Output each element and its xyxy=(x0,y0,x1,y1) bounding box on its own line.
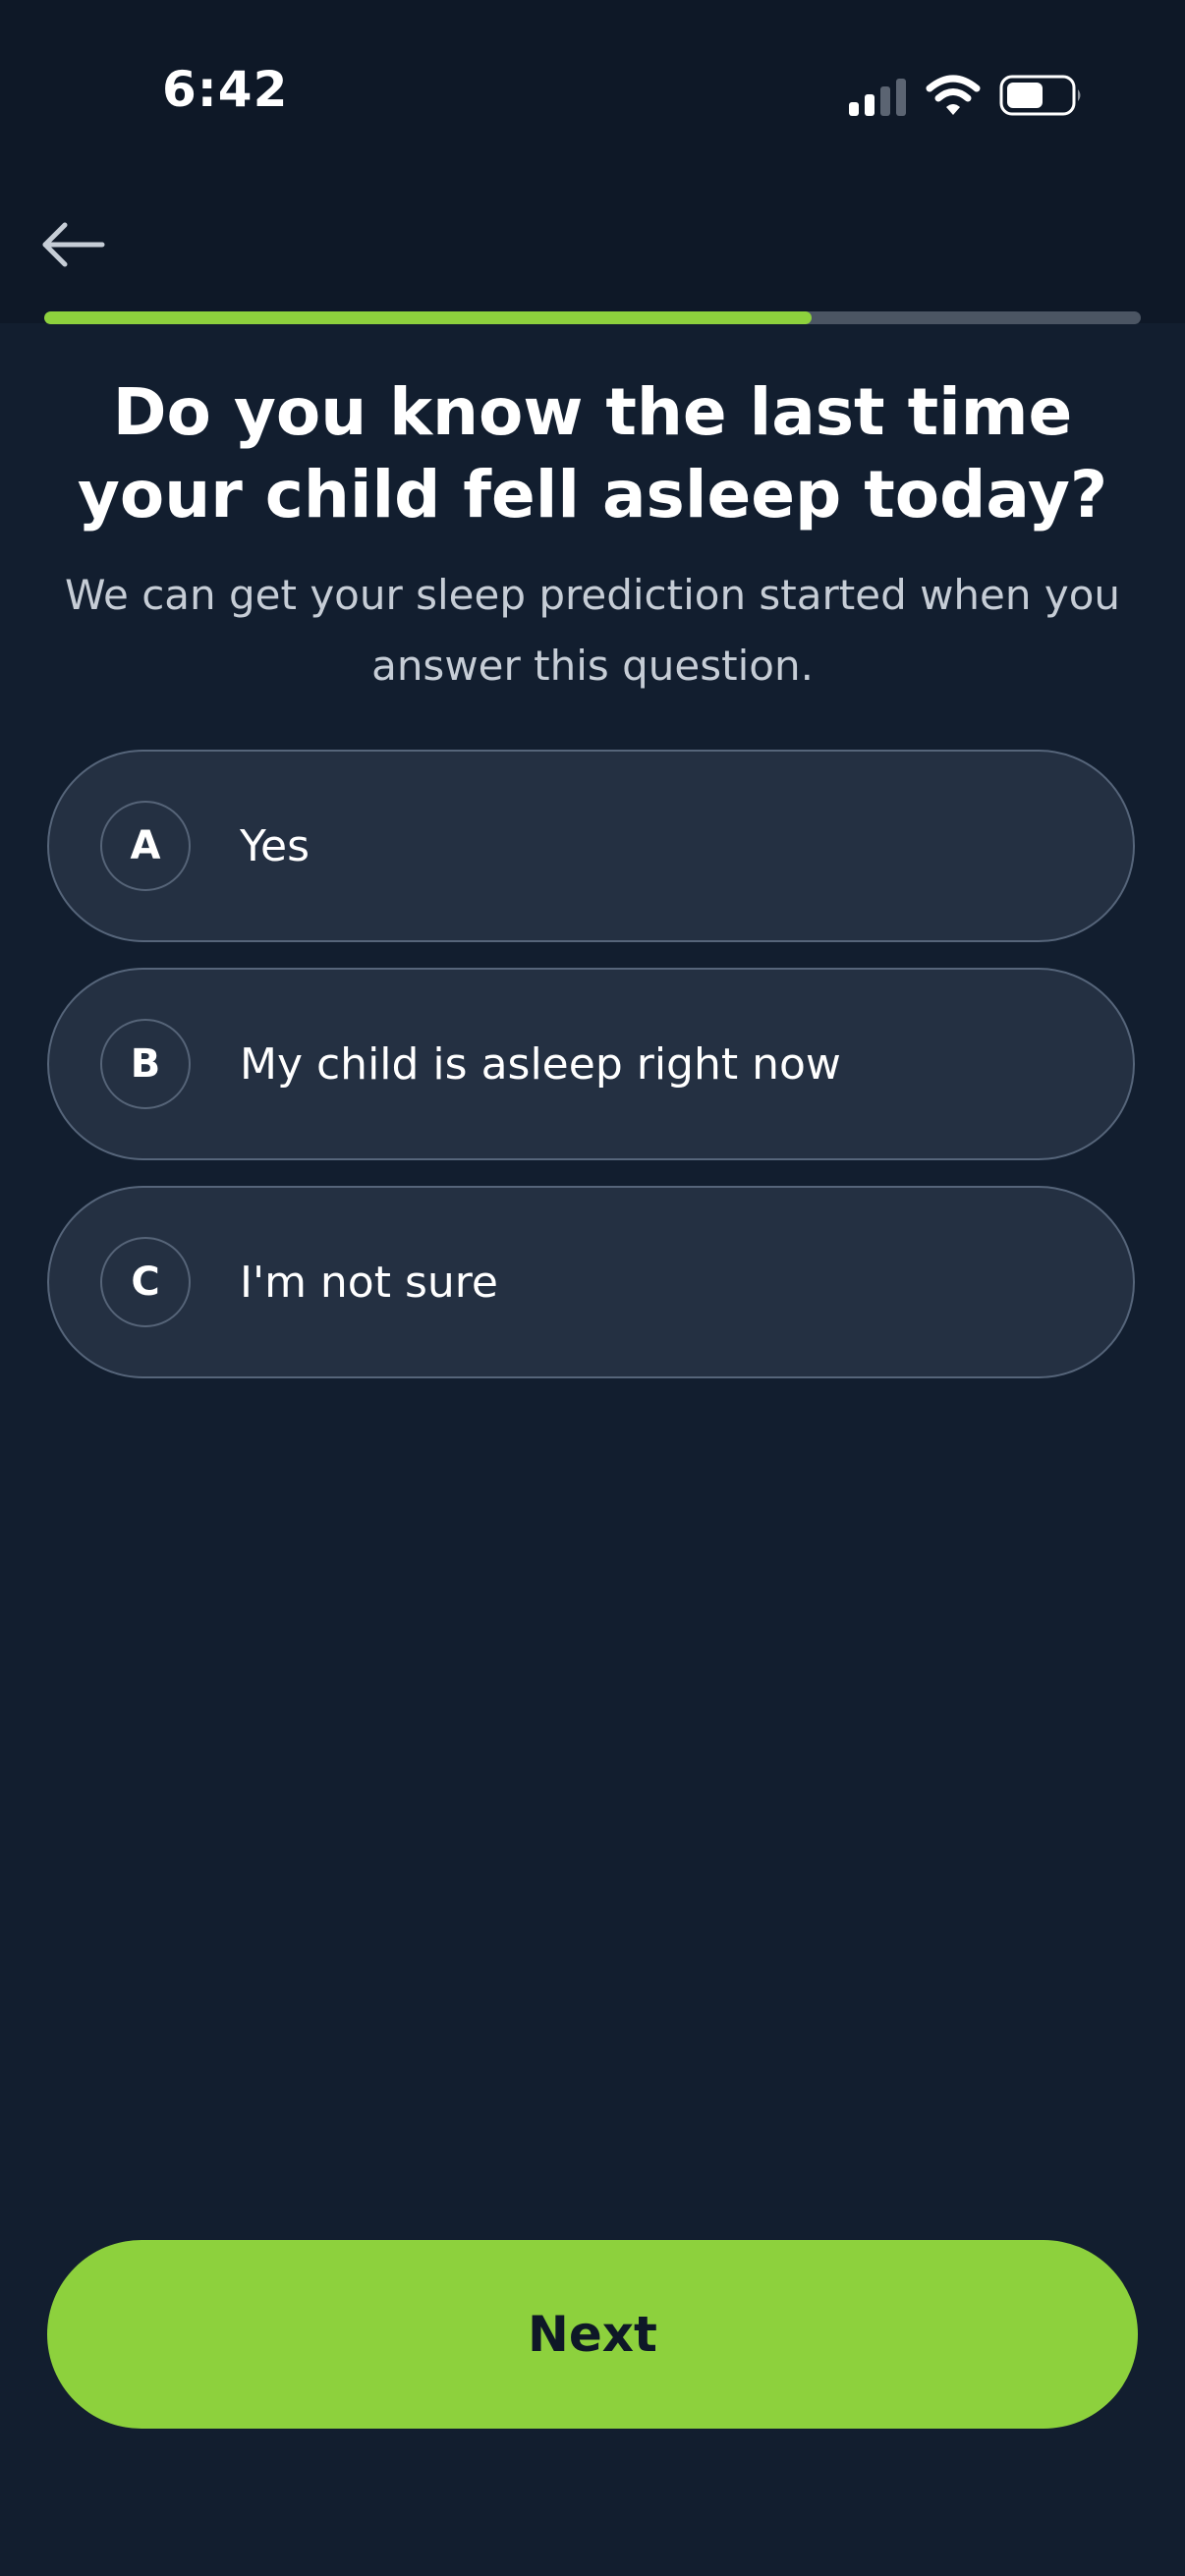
progress-bar-fill xyxy=(44,311,813,324)
wifi-icon xyxy=(926,75,981,115)
option-label: My child is asleep right now xyxy=(240,1038,841,1090)
option-letter-badge: B xyxy=(100,1019,191,1109)
back-button[interactable] xyxy=(37,216,110,273)
top-bar: 6:42 xyxy=(0,0,1185,323)
option-not-sure[interactable]: C I'm not sure xyxy=(47,1186,1135,1378)
battery-icon xyxy=(999,75,1081,116)
option-letter-badge: C xyxy=(100,1237,191,1327)
option-asleep-now[interactable]: B My child is asleep right now xyxy=(47,968,1135,1160)
next-button[interactable]: Next xyxy=(47,2240,1138,2429)
progress-bar xyxy=(44,311,1141,324)
option-label: Yes xyxy=(240,820,310,871)
option-label: I'm not sure xyxy=(240,1257,498,1308)
arrow-left-icon xyxy=(42,222,105,267)
option-yes[interactable]: A Yes xyxy=(47,750,1135,942)
option-letter-badge: A xyxy=(100,801,191,891)
question-subtitle: We can get your sleep prediction started… xyxy=(64,571,1121,690)
question-title: Do you know the last time your child fel… xyxy=(77,374,1108,532)
status-time: 6:42 xyxy=(162,61,289,118)
cellular-signal-icon xyxy=(849,79,906,116)
